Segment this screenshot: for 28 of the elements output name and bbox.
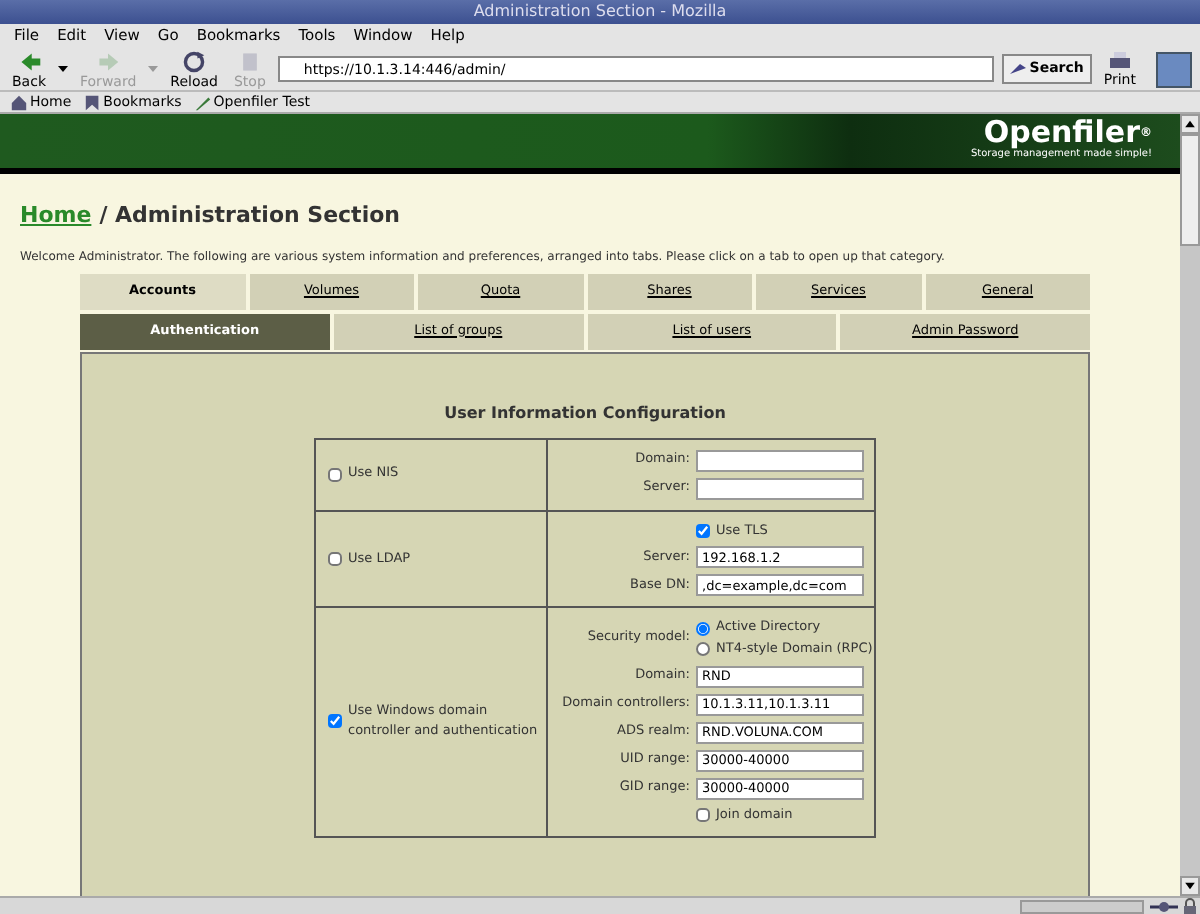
page-title: / Administration Section xyxy=(99,200,400,232)
arrow-icon xyxy=(17,49,41,73)
scrollbar-thumb[interactable] xyxy=(1180,134,1200,246)
checkbox[interactable] xyxy=(328,467,342,481)
checkbox[interactable] xyxy=(328,551,342,566)
radio-button[interactable] xyxy=(696,642,710,657)
scroll-up-icon[interactable] xyxy=(1180,114,1200,134)
checkbox[interactable] xyxy=(696,523,710,538)
section-title: User Information Configuration xyxy=(442,401,728,425)
arrow-icon xyxy=(96,49,121,73)
stop-icon xyxy=(237,49,262,73)
window-title: Administration Section - Mozilla xyxy=(473,0,727,24)
radio-button[interactable] xyxy=(696,621,710,636)
caret-icon[interactable] xyxy=(58,66,68,72)
reload-icon xyxy=(182,49,207,73)
printer-icon xyxy=(1107,51,1132,71)
scrollbar[interactable] xyxy=(1180,114,1200,896)
connection-icon xyxy=(1150,899,1178,913)
scroll-down-icon[interactable] xyxy=(1180,876,1200,896)
checkbox[interactable] xyxy=(696,808,710,823)
lock-icon xyxy=(1184,898,1196,914)
logo: Openfiler$^{®}$ xyxy=(983,118,1152,149)
home-link[interactable]: Home xyxy=(20,200,92,233)
input-field[interactable] xyxy=(696,477,864,499)
search-icon xyxy=(1009,62,1026,76)
throbber-icon xyxy=(1156,51,1192,87)
input-field[interactable] xyxy=(696,449,864,471)
checkbox[interactable] xyxy=(328,714,342,729)
